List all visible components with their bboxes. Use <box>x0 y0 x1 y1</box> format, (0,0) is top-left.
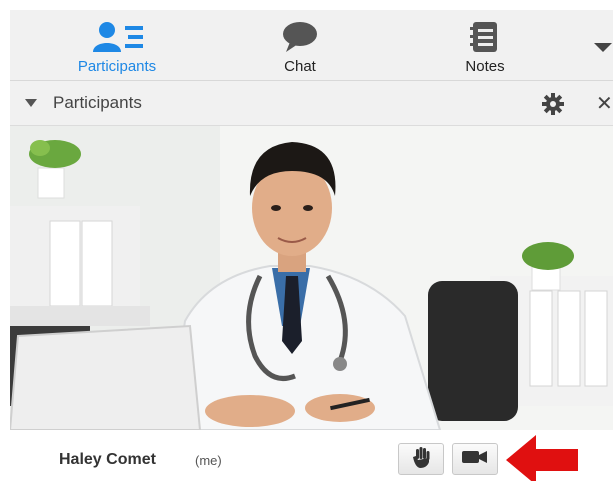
tab-participants-label: Participants <box>77 58 157 75</box>
collapse-triangle-icon[interactable] <box>25 99 37 107</box>
tab-notes-label: Notes <box>465 58 505 75</box>
chat-bubble-icon <box>280 10 320 54</box>
me-tag: (me) <box>195 453 222 468</box>
participant-video <box>10 126 613 430</box>
notes-icon <box>467 10 503 54</box>
raise-hand-icon <box>411 446 431 473</box>
annotation-arrow-icon <box>506 435 582 481</box>
raise-hand-button[interactable] <box>398 443 444 475</box>
tab-chat[interactable]: Chat <box>255 10 345 80</box>
gear-icon[interactable] <box>542 93 564 120</box>
tab-participants[interactable]: Participants <box>62 10 172 80</box>
more-tabs-chevron-icon[interactable] <box>593 40 613 58</box>
participants-window: Participants Chat Notes Participants ✕ H… <box>10 10 613 481</box>
panel-title: Participants <box>53 93 142 112</box>
participant-name: Haley Comet <box>59 451 156 468</box>
tab-notes[interactable]: Notes <box>440 10 530 80</box>
video-button[interactable] <box>452 443 498 475</box>
tab-chat-label: Chat <box>284 58 316 75</box>
participants-icon <box>87 10 147 54</box>
toolbar: Participants Chat Notes <box>10 10 613 81</box>
participant-row[interactable]: Haley Comet (me) <box>10 430 613 481</box>
panel-header: Participants ✕ <box>10 81 613 126</box>
close-icon[interactable]: ✕ <box>596 91 613 116</box>
video-camera-icon <box>462 450 488 469</box>
